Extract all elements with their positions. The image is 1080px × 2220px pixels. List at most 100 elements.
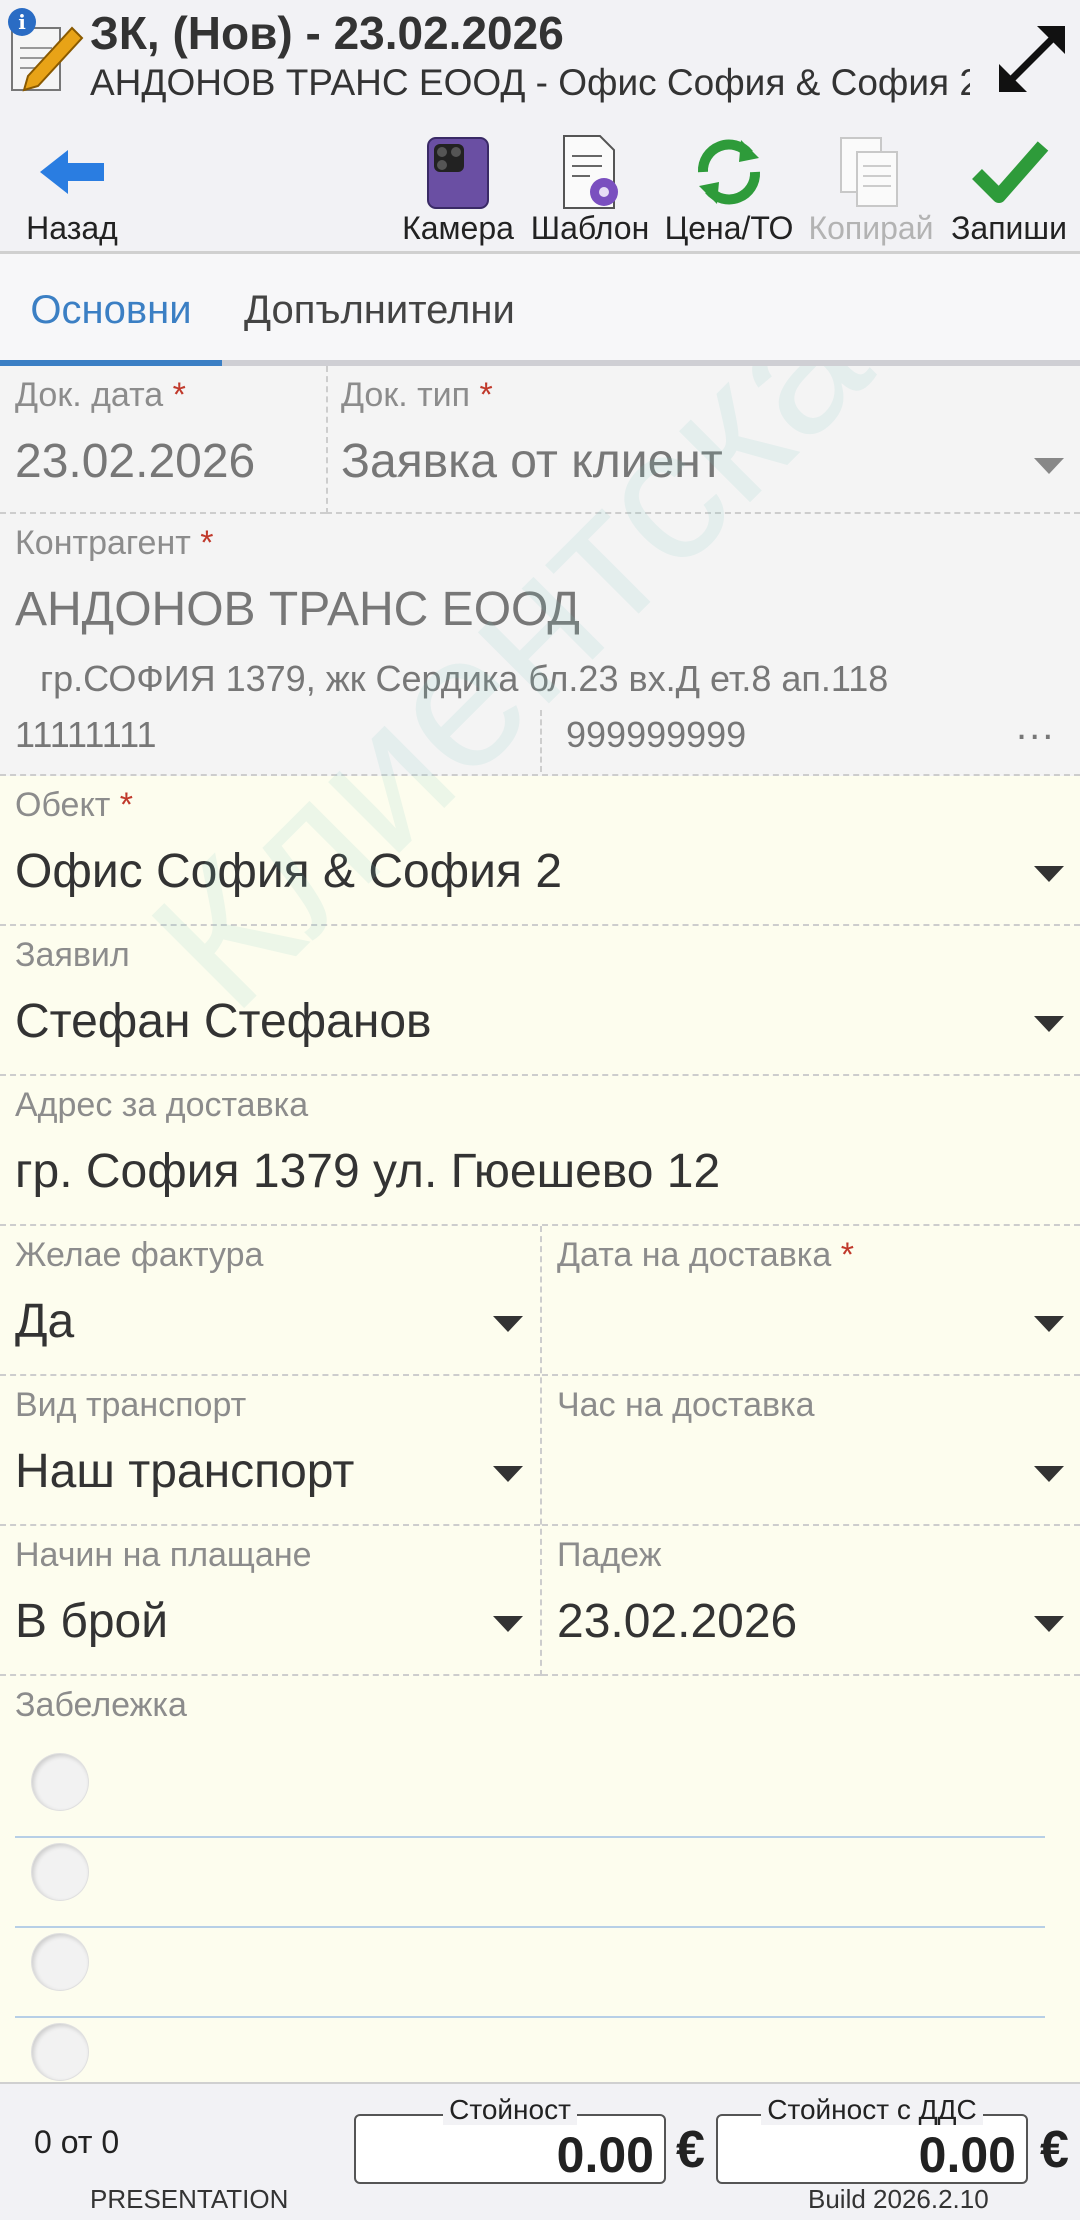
note-radio[interactable]: [32, 2024, 88, 2080]
value-amount: 0.00: [556, 2127, 654, 2183]
info-edit-icon[interactable]: i: [6, 6, 84, 98]
tab-main[interactable]: Основни: [0, 254, 222, 366]
form-area: Док. дата * 23.02.2026 Док. тип * Заявка…: [0, 366, 1080, 2082]
object-field[interactable]: Обект * Офис София & София 2: [0, 776, 1080, 926]
delivery-address-label: Адрес за доставка: [15, 1086, 309, 1124]
chevron-down-icon: [1034, 1466, 1064, 1482]
object-value: Офис София & София 2: [15, 845, 563, 898]
counterparty-value: АНДОНОВ ТРАНС ЕООД: [15, 583, 580, 636]
tab-bar: Основни Допълнителни: [0, 254, 1080, 366]
divider: [540, 710, 542, 772]
tab-extra[interactable]: Допълнителни: [244, 254, 544, 366]
note-radio[interactable]: [32, 1844, 88, 1900]
counterparty-label: Контрагент: [15, 524, 191, 562]
requested-by-label: Заявил: [15, 936, 130, 974]
save-label: Запиши: [951, 210, 1067, 246]
page-subtitle: АНДОНОВ ТРАНС ЕООД - Офис София & София …: [90, 62, 970, 103]
note-radio[interactable]: [32, 1934, 88, 1990]
chevron-down-icon: [1034, 866, 1064, 882]
transport-type-value: Наш транспорт: [15, 1445, 355, 1498]
note-line: [15, 1836, 1045, 1838]
currency-symbol: €: [1040, 2121, 1069, 2179]
copy-button[interactable]: Копирай: [804, 118, 938, 254]
chevron-down-icon: [493, 1466, 523, 1482]
price-label: Цена/ТО: [664, 210, 794, 246]
delivery-date-label: Дата на доставка: [557, 1236, 832, 1274]
due-date-value: 23.02.2026: [557, 1595, 798, 1648]
delivery-date-field[interactable]: Дата на доставка *: [542, 1226, 1080, 1376]
svg-text:i: i: [18, 10, 26, 34]
camera-icon: [427, 137, 489, 209]
note-radio[interactable]: [32, 1754, 88, 1810]
build-version: Build 2026.2.10: [808, 2184, 989, 2214]
back-label: Назад: [26, 210, 118, 246]
chevron-down-icon: [493, 1616, 523, 1632]
camera-button[interactable]: Камера: [396, 118, 520, 254]
delivery-address-value: гр. София 1379 ул. Гюешево 12: [15, 1145, 721, 1198]
mode-label: PRESENTATION: [90, 2184, 289, 2214]
camera-label: Камера: [402, 210, 514, 246]
requested-by-field[interactable]: Заявил Стефан Стефанов: [0, 926, 1080, 1076]
counterparty-id-left: 11111111: [15, 714, 157, 755]
payment-method-field[interactable]: Начин на плащане В брой: [0, 1526, 540, 1676]
delivery-hour-field[interactable]: Час на доставка: [542, 1376, 1080, 1526]
note-field[interactable]: Забележка: [0, 1676, 1080, 2082]
chevron-down-icon: [1034, 1616, 1064, 1632]
back-button[interactable]: Назад: [0, 118, 144, 254]
expand-icon[interactable]: [995, 22, 1069, 96]
more-options-button[interactable]: ...: [1016, 704, 1055, 749]
price-button[interactable]: Цена/ТО: [660, 118, 798, 254]
page-title: ЗК, (Нов) - 23.02.2026: [90, 7, 564, 59]
footer: 0 от 0 PRESENTATION Стойност 0.00 € Стой…: [0, 2082, 1080, 2220]
note-line: [15, 2016, 1045, 2018]
copy-icon: [840, 137, 898, 207]
chevron-down-icon: [1034, 1016, 1064, 1032]
required-mark: *: [479, 376, 493, 414]
doc-type-field[interactable]: Док. тип * Заявка от клиент: [326, 366, 1080, 514]
checkmark-icon: [972, 141, 1049, 203]
due-date-label: Падеж: [557, 1536, 662, 1574]
payment-method-label: Начин на плащане: [15, 1536, 312, 1574]
delivery-hour-label: Час на доставка: [557, 1386, 815, 1424]
doc-type-value: Заявка от клиент: [341, 435, 723, 488]
requested-by-value: Стефан Стефанов: [15, 995, 432, 1048]
required-mark: *: [172, 376, 186, 414]
required-mark: *: [200, 524, 214, 562]
doc-type-label: Док. тип: [341, 376, 471, 414]
currency-symbol: €: [676, 2121, 705, 2179]
value-box: Стойност 0.00: [354, 2094, 666, 2184]
value-vat-amount: 0.00: [918, 2127, 1016, 2183]
payment-method-value: В брой: [15, 1595, 169, 1648]
note-label: Забележка: [15, 1686, 187, 1724]
counterparty-field[interactable]: Контрагент * АНДОНОВ ТРАНС ЕООД гр.СОФИЯ…: [0, 514, 1080, 776]
object-label: Обект: [15, 786, 111, 824]
title-bar: i ЗК, (Нов) - 23.02.2026 АНДОНОВ ТРАНС Е…: [0, 0, 1080, 118]
record-counter: 0 от 0: [34, 2124, 120, 2160]
template-label: Шаблон: [530, 210, 650, 246]
wants-invoice-value: Да: [15, 1295, 75, 1348]
note-line: [15, 1926, 1045, 1928]
counterparty-address: гр.СОФИЯ 1379, жк Сердика бл.23 вх.Д ет.…: [40, 658, 889, 699]
chevron-down-icon: [1034, 1316, 1064, 1332]
value-vat-label: Стойност с ДДС: [761, 2094, 983, 2125]
template-settings-icon: [563, 135, 618, 209]
chevron-down-icon: [1034, 458, 1064, 474]
copy-label: Копирай: [808, 210, 934, 246]
save-button[interactable]: Запиши: [944, 118, 1074, 254]
required-mark: *: [840, 1236, 854, 1274]
value-vat-box: Стойност с ДДС 0.00: [716, 2094, 1028, 2184]
template-button[interactable]: Шаблон: [526, 118, 654, 254]
arrow-left-icon: [40, 150, 104, 194]
doc-date-field[interactable]: Док. дата * 23.02.2026: [0, 366, 326, 514]
wants-invoice-field[interactable]: Желае фактура Да: [0, 1226, 540, 1376]
due-date-field[interactable]: Падеж 23.02.2026: [542, 1526, 1080, 1676]
toolbar: Назад Камера Шаблон Цена/ТО Копирай Запи…: [0, 118, 1080, 254]
required-mark: *: [119, 786, 133, 824]
transport-type-label: Вид транспорт: [15, 1386, 247, 1424]
value-label: Стойност: [443, 2094, 577, 2125]
counterparty-id-right: 999999999: [566, 714, 747, 755]
transport-type-field[interactable]: Вид транспорт Наш транспорт: [0, 1376, 540, 1526]
chevron-down-icon: [493, 1316, 523, 1332]
delivery-address-field[interactable]: Адрес за доставка гр. София 1379 ул. Гюе…: [0, 1076, 1080, 1226]
refresh-icon: [697, 139, 761, 205]
